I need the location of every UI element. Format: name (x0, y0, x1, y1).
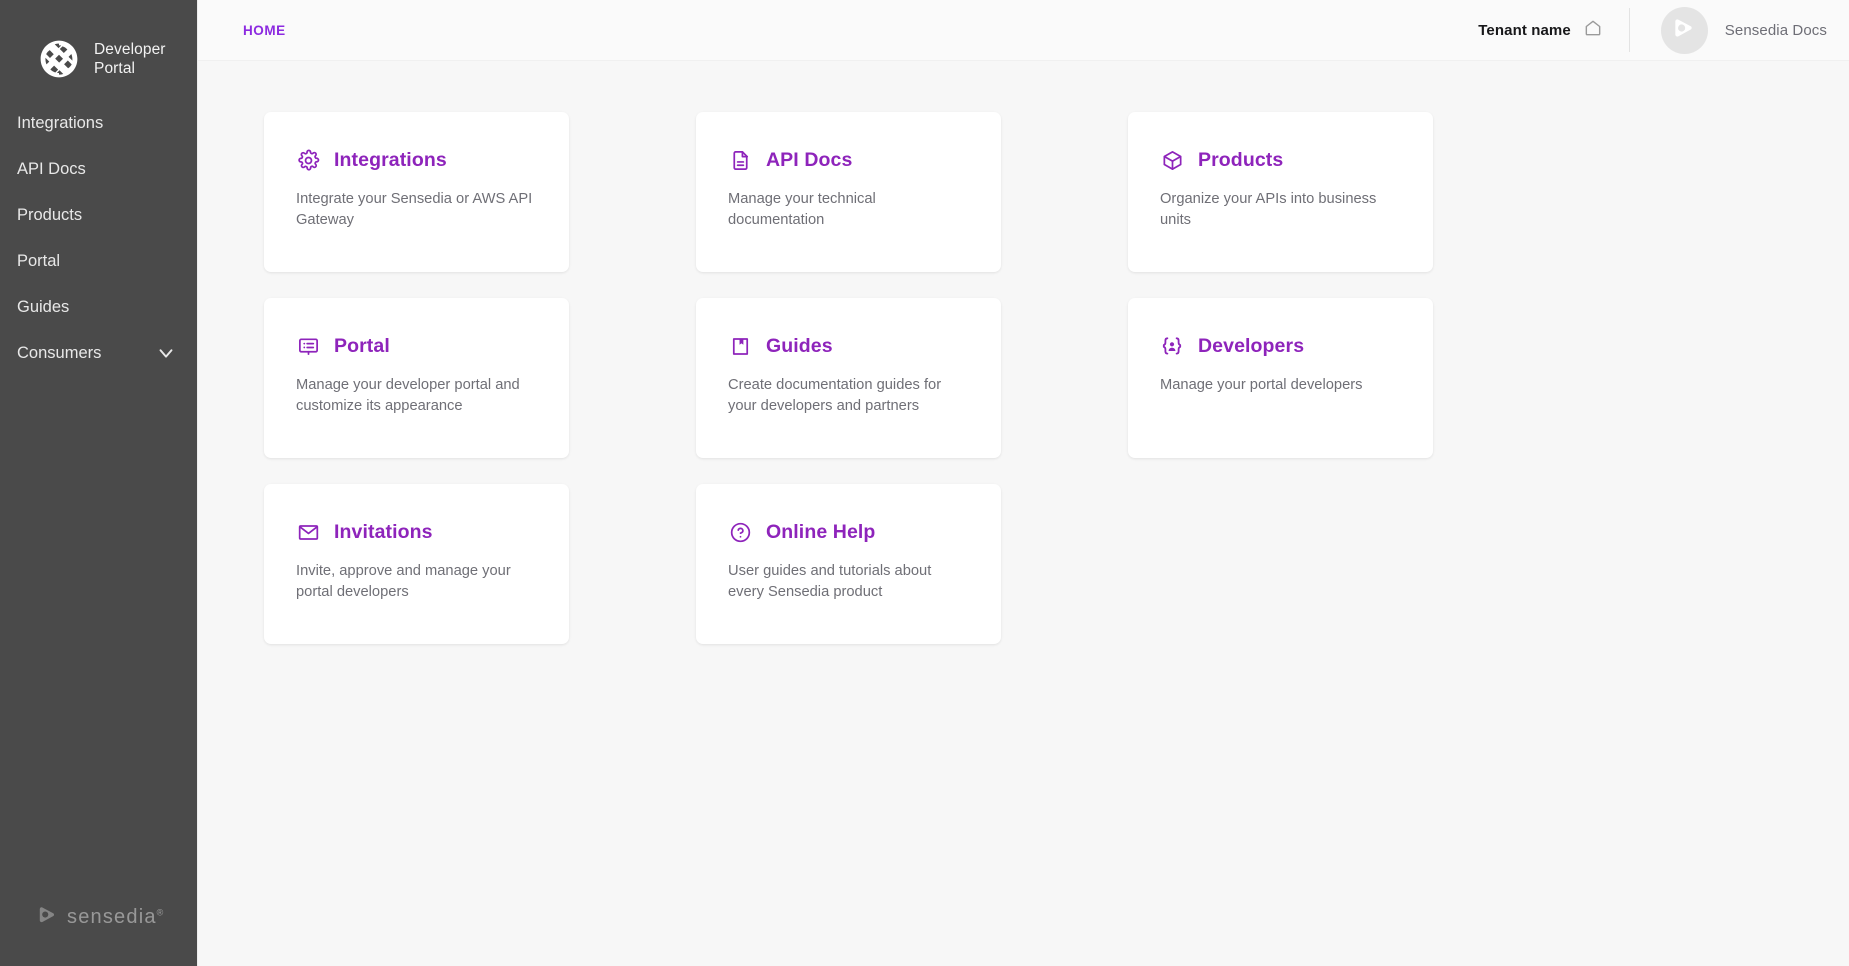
monitor-list-icon (296, 334, 320, 358)
card-products[interactable]: Products Organize your APIs into busines… (1128, 112, 1433, 272)
card-description: Invite, approve and manage your portal d… (296, 561, 537, 602)
sidebar-nav: Integrations API Docs Products Portal Gu… (0, 100, 197, 376)
brand-line-2: Portal (94, 60, 135, 77)
tenant-name-label: Tenant name (1478, 22, 1571, 39)
sidebar-item-label: Integrations (17, 114, 103, 133)
card-title: Online Help (766, 521, 875, 544)
card-header: Portal (296, 334, 537, 358)
card-portal[interactable]: Portal Manage your developer portal and … (264, 298, 569, 458)
envelope-icon (296, 520, 320, 544)
card-description: Manage your developer portal and customi… (296, 375, 537, 416)
card-header: API Docs (728, 148, 969, 172)
sensedia-footer-logo: sensedia® (0, 904, 197, 966)
code-user-icon (1160, 334, 1184, 358)
brand-line-1: Developer (94, 41, 166, 58)
gear-icon (296, 148, 320, 172)
card-title: Invitations (334, 521, 433, 544)
card-description: User guides and tutorials about every Se… (728, 561, 969, 602)
home-content: Integrations Integrate your Sensedia or … (198, 61, 1849, 966)
user-name-label: Sensedia Docs (1725, 22, 1827, 39)
card-description: Integrate your Sensedia or AWS API Gatew… (296, 189, 537, 230)
cube-icon (1160, 148, 1184, 172)
question-circle-icon (728, 520, 752, 544)
sidebar-item-portal[interactable]: Portal (0, 238, 197, 284)
card-title: Portal (334, 335, 390, 358)
sidebar-item-label: API Docs (17, 160, 86, 179)
registered-mark: ® (157, 907, 165, 917)
sensedia-logo-icon (37, 904, 58, 930)
user-menu[interactable]: Sensedia Docs (1630, 7, 1827, 54)
card-title: Developers (1198, 335, 1304, 358)
card-header: Products (1160, 148, 1401, 172)
sidebar-item-api-docs[interactable]: API Docs (0, 146, 197, 192)
card-grid-filler (1128, 484, 1433, 644)
sidebar-item-integrations[interactable]: Integrations (0, 100, 197, 146)
sidebar-item-guides[interactable]: Guides (0, 284, 197, 330)
book-bookmark-icon (728, 334, 752, 358)
card-online-help[interactable]: Online Help User guides and tutorials ab… (696, 484, 1001, 644)
chevron-down-icon[interactable] (155, 342, 177, 364)
top-bar-right: Tenant name Se (1478, 0, 1827, 60)
card-invitations[interactable]: Invitations Invite, approve and manage y… (264, 484, 569, 644)
sidebar-item-label: Portal (17, 252, 60, 271)
sidebar-item-label: Consumers (17, 344, 101, 363)
card-integrations[interactable]: Integrations Integrate your Sensedia or … (264, 112, 569, 272)
card-grid: Integrations Integrate your Sensedia or … (264, 112, 1494, 644)
home-icon[interactable] (1583, 18, 1603, 43)
app-window: Developer Portal Integrations API Docs Pr… (0, 0, 1849, 966)
sidebar-item-consumers[interactable]: Consumers (0, 330, 197, 376)
card-header: Guides (728, 334, 969, 358)
sidebar-item-label: Guides (17, 298, 69, 317)
card-header: Online Help (728, 520, 969, 544)
sidebar-item-products[interactable]: Products (0, 192, 197, 238)
card-title: Integrations (334, 149, 447, 172)
card-header: Developers (1160, 334, 1401, 358)
developer-portal-logo-icon (38, 38, 80, 80)
breadcrumb-home[interactable]: HOME (243, 23, 286, 38)
card-title: API Docs (766, 149, 852, 172)
card-description: Manage your portal developers (1160, 375, 1401, 396)
document-icon (728, 148, 752, 172)
card-api-docs[interactable]: API Docs Manage your technical documenta… (696, 112, 1001, 272)
card-description: Organize your APIs into business units (1160, 189, 1401, 230)
card-developers[interactable]: Developers Manage your portal developers (1128, 298, 1433, 458)
brand-logo[interactable]: Developer Portal (0, 0, 197, 92)
main-area: HOME Tenant name (197, 0, 1849, 966)
card-header: Invitations (296, 520, 537, 544)
avatar[interactable] (1661, 7, 1708, 54)
brand-label: Developer Portal (94, 40, 166, 78)
card-description: Manage your technical documentation (728, 189, 969, 230)
sensedia-avatar-icon (1671, 15, 1697, 46)
card-header: Integrations (296, 148, 537, 172)
card-title: Guides (766, 335, 833, 358)
top-bar: HOME Tenant name (198, 0, 1849, 61)
sensedia-wordmark: sensedia® (67, 906, 165, 929)
card-guides[interactable]: Guides Create documentation guides for y… (696, 298, 1001, 458)
sidebar: Developer Portal Integrations API Docs Pr… (0, 0, 197, 966)
card-title: Products (1198, 149, 1283, 172)
card-description: Create documentation guides for your dev… (728, 375, 969, 416)
tenant-selector[interactable]: Tenant name (1478, 18, 1629, 43)
sidebar-item-label: Products (17, 206, 82, 225)
